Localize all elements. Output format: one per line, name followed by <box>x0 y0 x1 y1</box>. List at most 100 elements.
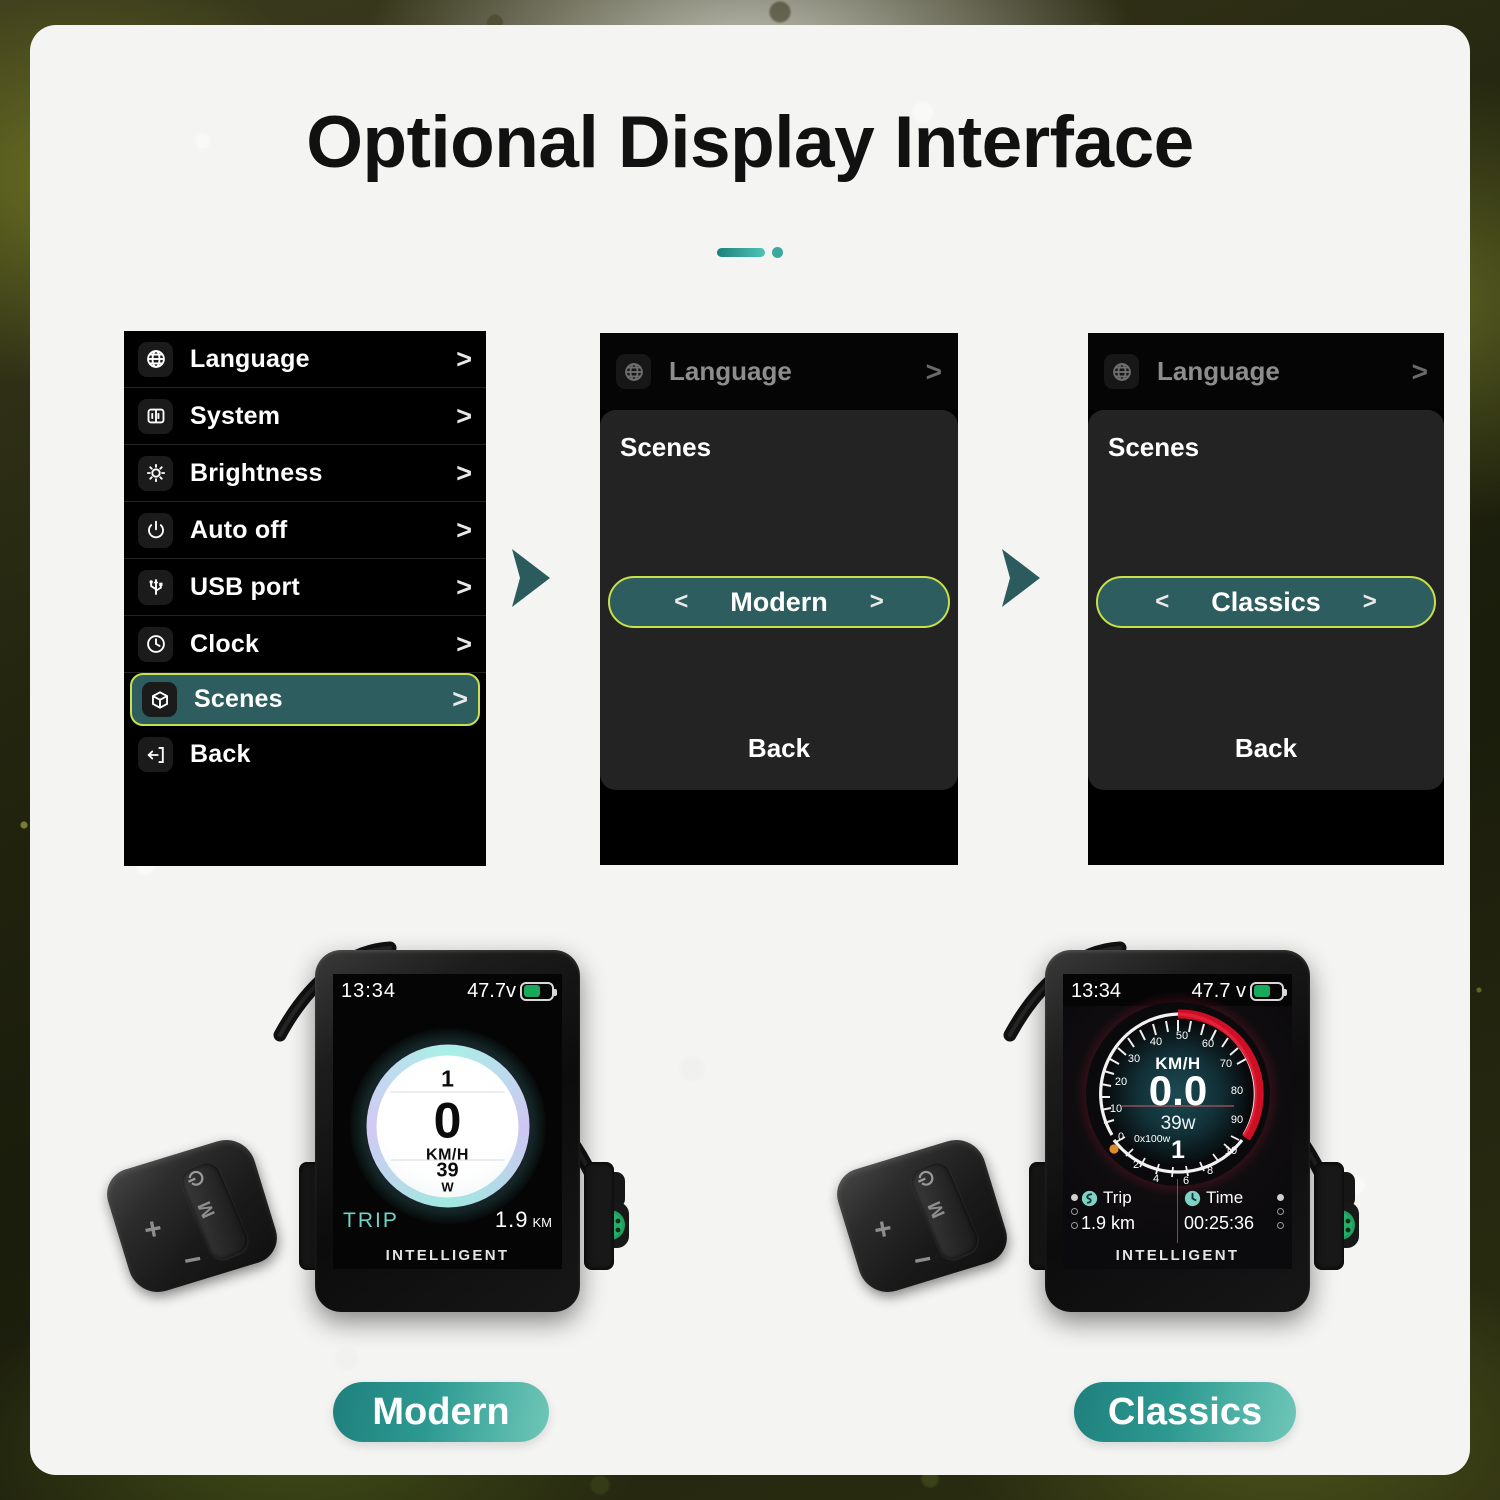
right-indicator-dots <box>1274 1177 1287 1245</box>
pad-plus-key[interactable]: + <box>141 1211 165 1248</box>
back-button[interactable]: Back <box>600 733 958 764</box>
svg-text:30: 30 <box>1127 1053 1139 1065</box>
next-arrow-icon[interactable]: > <box>870 588 884 616</box>
menu-item-label: Back <box>190 740 251 768</box>
divider-dot <box>772 247 783 258</box>
modern-power-value: 39 <box>436 1159 459 1181</box>
modern-power-unit: W <box>441 1179 454 1194</box>
battery-icon <box>520 981 557 1001</box>
dimmed-language-row[interactable]: Language > <box>1088 333 1444 410</box>
chevron-right-icon: > <box>452 684 468 714</box>
menu-item-label: Brightness <box>190 458 323 487</box>
modern-display-device[interactable]: 13:34 47.7v 1 0 KM/H 39 W TRIP 1.9 KM IN… <box>315 950 580 1312</box>
menu-item-brightness[interactable]: Brightness > <box>124 445 486 502</box>
globe-icon <box>1104 354 1139 389</box>
usb-icon <box>138 569 173 605</box>
menu-item-label: USB port <box>190 572 300 601</box>
svg-text:0.0: 0.0 <box>1148 1067 1206 1114</box>
next-arrow-icon[interactable]: > <box>1363 588 1377 616</box>
time-value: 00:25:36 <box>1184 1213 1255 1233</box>
modern-device-group: M ⏻ + − 13:34 47.7v 1 0 KM/H 39 W TRIP 1… <box>100 930 740 1350</box>
time-info-block: Time 00:25:36 <box>1184 1177 1274 1245</box>
classics-caption-pill: Classics <box>1074 1382 1296 1442</box>
menu-item-clock[interactable]: Clock > <box>124 616 486 673</box>
chevron-right-icon: > <box>456 628 472 659</box>
menu-item-usb-port[interactable]: USB port > <box>124 559 486 616</box>
modern-gauge-ring: 1 0 KM/H 39 W <box>366 1044 529 1208</box>
svg-text:10: 10 <box>1109 1103 1121 1115</box>
chevron-right-icon: > <box>1411 355 1428 387</box>
dimmed-row-label: Language <box>1157 356 1280 386</box>
classics-brand-label: INTELLIGENT <box>1115 1247 1240 1264</box>
page-title: Optional Display Interface <box>306 102 1194 183</box>
modern-clock: 13:34 <box>341 979 397 1002</box>
scenes-sheet: Scenes < Classics > Back <box>1088 410 1444 790</box>
menu-item-label: Scenes <box>194 685 283 713</box>
classics-info-row: Trip 1.9 km Time 00:25:36 <box>1068 1177 1287 1245</box>
svg-text:1: 1 <box>1171 1136 1185 1164</box>
modern-brand-label: INTELLIGENT <box>385 1247 510 1264</box>
modern-trip-unit: KM <box>532 1215 553 1230</box>
modern-caption-pill: Modern <box>333 1382 549 1442</box>
pad-plus-key[interactable]: + <box>871 1211 895 1248</box>
settings-menu-panel: Language > System > Brightness > Auto off > USB … <box>124 331 486 866</box>
svg-text:40: 40 <box>1149 1036 1161 1048</box>
mount-bracket-right <box>584 1162 614 1270</box>
left-indicator-dots <box>1068 1177 1081 1245</box>
flow-arrow-2 <box>1002 549 1040 607</box>
system-icon <box>138 398 173 434</box>
modern-display-screen[interactable]: 13:34 47.7v 1 0 KM/H 39 W TRIP 1.9 KM IN… <box>333 974 562 1269</box>
svg-text:60: 60 <box>1201 1038 1213 1050</box>
title-divider <box>717 247 783 258</box>
brightness-icon <box>138 455 173 491</box>
globe-icon <box>616 354 651 389</box>
chevron-right-icon: > <box>456 400 472 431</box>
prev-arrow-icon[interactable]: < <box>1155 588 1169 616</box>
control-pad-modern[interactable]: M ⏻ + − <box>100 1132 284 1300</box>
chevron-right-icon: > <box>456 571 472 602</box>
pad-minus-key[interactable]: − <box>181 1242 205 1279</box>
scene-selector[interactable]: < Classics > <box>1096 576 1436 628</box>
pad-minus-key[interactable]: − <box>911 1242 935 1279</box>
exit-icon <box>138 737 173 772</box>
classics-display-device[interactable]: 13:34 47.7 v 0 10 20 30 40 50 60 70 80 9… <box>1045 950 1310 1312</box>
sheet-title: Scenes <box>620 432 712 462</box>
menu-item-scenes[interactable]: Scenes > <box>130 673 480 726</box>
scene-selector[interactable]: < Modern > <box>608 576 950 628</box>
control-pad-classics[interactable]: M ⏻ + − <box>830 1132 1014 1300</box>
back-button[interactable]: Back <box>1088 733 1444 764</box>
modern-speed-value: 0 <box>433 1092 462 1148</box>
menu-item-label: Auto off <box>190 515 288 544</box>
svg-text:39w: 39w <box>1160 1113 1195 1134</box>
dimmed-language-row[interactable]: Language > <box>600 333 958 410</box>
chevron-right-icon: > <box>456 514 472 545</box>
classics-speed-dial: 0 10 20 30 40 50 60 70 80 90 24 68 10 0x… <box>1074 991 1281 1197</box>
menu-item-label: System <box>190 401 281 430</box>
modern-trip-row: TRIP 1.9 KM <box>343 1207 552 1233</box>
svg-text:10: 10 <box>1224 1145 1236 1157</box>
menu-item-label: Clock <box>190 629 260 658</box>
trip-label: Trip <box>1103 1188 1132 1207</box>
menu-item-language[interactable]: Language > <box>124 331 486 388</box>
classics-display-screen[interactable]: 13:34 47.7 v 0 10 20 30 40 50 60 70 80 9… <box>1063 974 1292 1269</box>
modern-caption-text: Modern <box>372 1390 510 1433</box>
modern-assist-level: 1 <box>441 1065 454 1091</box>
clock-icon <box>1184 1190 1201 1206</box>
scene-value: Modern <box>730 586 828 617</box>
divider-bar <box>717 248 765 257</box>
chevron-right-icon: > <box>925 355 942 387</box>
menu-item-auto-off[interactable]: Auto off > <box>124 502 486 559</box>
menu-item-system[interactable]: System > <box>124 388 486 445</box>
sheet-title: Scenes <box>1108 432 1200 462</box>
globe-icon <box>138 341 173 377</box>
modern-voltage: 47.7v <box>467 979 516 1002</box>
svg-text:90: 90 <box>1230 1114 1242 1126</box>
scenes-sheet: Scenes < Modern > Back <box>600 410 958 790</box>
menu-item-back[interactable]: Back <box>124 726 486 783</box>
svg-text:0x100w: 0x100w <box>1134 1133 1171 1145</box>
scenes-classics-panel: Language > Scenes < Classics > Back <box>1088 333 1444 865</box>
prev-arrow-icon[interactable]: < <box>674 588 688 616</box>
cube-icon <box>142 682 177 717</box>
modern-status-bar: 13:34 47.7v <box>333 974 562 1008</box>
svg-text:70: 70 <box>1219 1058 1231 1070</box>
